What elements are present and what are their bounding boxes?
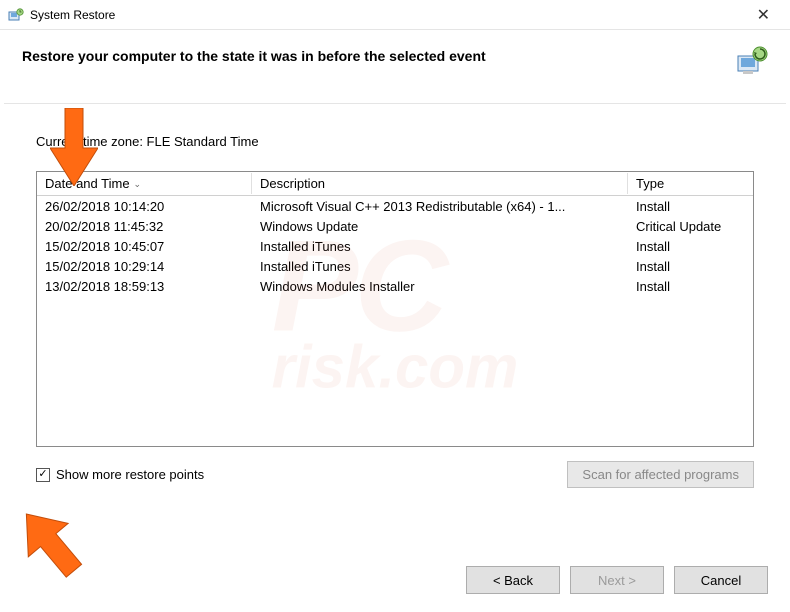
cell-type: Install: [628, 198, 753, 215]
table-row[interactable]: 20/02/2018 11:45:32Windows UpdateCritica…: [37, 216, 753, 236]
cell-type: Critical Update: [628, 218, 753, 235]
table-row[interactable]: 15/02/2018 10:45:07Installed iTunesInsta…: [37, 236, 753, 256]
content-area: Current time zone: FLE Standard Time Dat…: [0, 94, 790, 488]
separator: [4, 103, 786, 104]
checkbox-box: ✓: [36, 468, 50, 482]
cell-type: Install: [628, 278, 753, 295]
window-title: System Restore: [30, 8, 745, 22]
cell-description: Installed iTunes: [252, 238, 628, 255]
cell-date: 20/02/2018 11:45:32: [37, 218, 252, 235]
cell-date: 13/02/2018 18:59:13: [37, 278, 252, 295]
system-restore-large-icon: [736, 44, 768, 76]
cell-date: 26/02/2018 10:14:20: [37, 198, 252, 215]
system-restore-icon: [8, 7, 24, 23]
table-row[interactable]: 15/02/2018 10:29:14Installed iTunesInsta…: [37, 256, 753, 276]
scan-for-affected-programs-button: Scan for affected programs: [567, 461, 754, 488]
cell-type: Install: [628, 258, 753, 275]
cell-date: 15/02/2018 10:29:14: [37, 258, 252, 275]
wizard-buttons: < Back Next > Cancel: [466, 566, 768, 594]
table-row[interactable]: 13/02/2018 18:59:13Windows Modules Insta…: [37, 276, 753, 296]
cell-description: Windows Update: [252, 218, 628, 235]
page-heading: Restore your computer to the state it wa…: [22, 48, 768, 64]
cell-description: Microsoft Visual C++ 2013 Redistributabl…: [252, 198, 628, 215]
table-header: Date and Time⌄ Description Type: [37, 172, 753, 196]
cell-description: Windows Modules Installer: [252, 278, 628, 295]
back-button[interactable]: < Back: [466, 566, 560, 594]
table-body: 26/02/2018 10:14:20Microsoft Visual C++ …: [37, 196, 753, 296]
cancel-button[interactable]: Cancel: [674, 566, 768, 594]
column-header-type[interactable]: Type: [628, 173, 753, 194]
header: Restore your computer to the state it wa…: [0, 30, 790, 94]
timezone-label: Current time zone: FLE Standard Time: [36, 134, 754, 149]
sort-chevron-icon: ⌄: [134, 179, 142, 190]
titlebar: System Restore ✕: [0, 0, 790, 30]
checkbox-label: Show more restore points: [56, 467, 204, 482]
cell-description: Installed iTunes: [252, 258, 628, 275]
column-header-date[interactable]: Date and Time⌄: [37, 173, 252, 194]
cell-date: 15/02/2018 10:45:07: [37, 238, 252, 255]
close-button[interactable]: ✕: [745, 1, 782, 29]
restore-points-table[interactable]: Date and Time⌄ Description Type 26/02/20…: [36, 171, 754, 447]
column-header-description[interactable]: Description: [252, 173, 628, 194]
table-row[interactable]: 26/02/2018 10:14:20Microsoft Visual C++ …: [37, 196, 753, 216]
show-more-restore-points-checkbox[interactable]: ✓ Show more restore points: [36, 467, 204, 482]
next-button: Next >: [570, 566, 664, 594]
annotation-arrow-diagonal-icon: [14, 508, 94, 586]
cell-type: Install: [628, 238, 753, 255]
